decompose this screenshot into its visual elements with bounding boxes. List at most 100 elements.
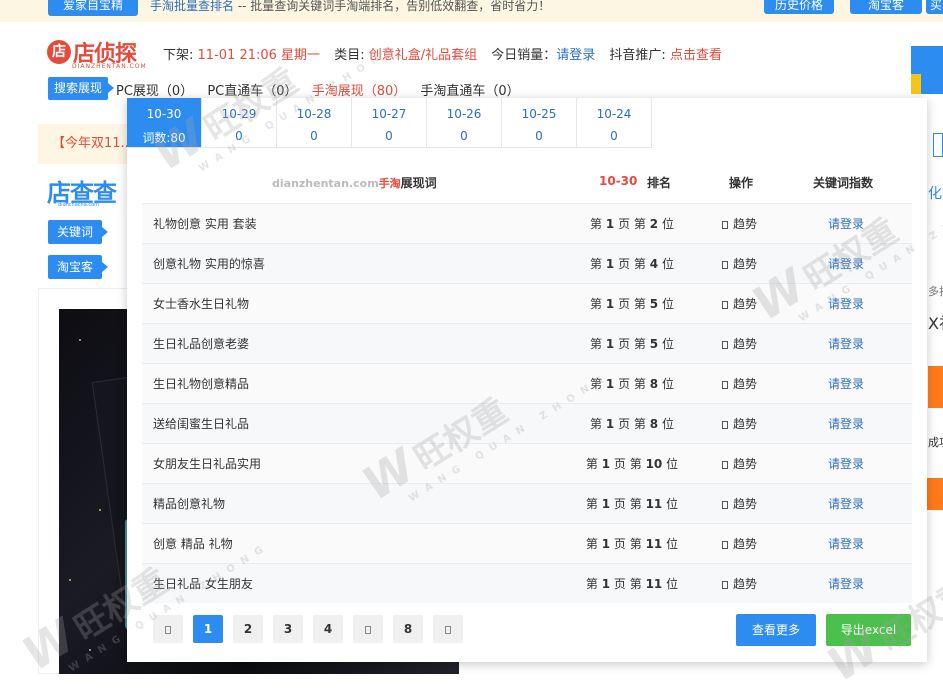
keyword-text: 女朋友生日礼品实用: [153, 457, 262, 471]
tab-pc-ztc[interactable]: PC直通车（0）: [207, 84, 297, 99]
buy-button[interactable]: 买: [926, 0, 943, 14]
trend-icon: [722, 340, 728, 349]
date-tab-count: 词数:80: [142, 131, 186, 145]
right-text-2: 多扫: [928, 285, 943, 298]
page-button[interactable]: 4: [313, 615, 343, 643]
taoke-button[interactable]: 淘宝客: [850, 0, 922, 14]
trend-link[interactable]: 趋势: [722, 484, 757, 524]
page-ellipsis[interactable]: [353, 615, 383, 643]
header-date: 10-30: [599, 174, 638, 188]
date-tab[interactable]: 10-24 0: [577, 98, 652, 148]
date-tab-date: 10-24: [596, 107, 632, 121]
page-button[interactable]: 2: [233, 615, 263, 643]
right-text-3: X礼: [928, 314, 943, 333]
douyin-label: 抖音推广:: [609, 48, 666, 63]
keyword-table: 礼物创意 实用 套装第 1 页 第 2 位趋势 请登录 创意礼物 实用的惊喜第 1 …: [142, 203, 912, 603]
rank-text: 第 1 页 第 10 位: [585, 457, 679, 471]
tab-pc-show[interactable]: PC展现（0）: [116, 84, 193, 99]
dianzhentan-logo[interactable]: 店 店侦探: [47, 38, 137, 67]
table-row: 生日礼品 女生朋友 第 1 页 第 11 位 趋势 请登录: [142, 563, 912, 603]
trend-link[interactable]: 趋势: [722, 324, 757, 364]
date-tab[interactable]: 10-28 0: [277, 98, 352, 148]
trend-link[interactable]: 趋势: [722, 404, 757, 444]
category-link[interactable]: 创意礼盒/礼品套组: [369, 48, 477, 63]
date-tab-count: 0: [610, 129, 618, 143]
keyword-text: 生日礼物创意精品: [153, 377, 250, 391]
date-tab[interactable]: 10-29 0: [202, 98, 277, 148]
trend-link[interactable]: 趋势: [722, 524, 757, 564]
rank-text: 第 1 页 第 11 位: [585, 537, 679, 551]
history-price-button[interactable]: 历史价格: [764, 0, 834, 14]
table-row: 生日礼品创意老婆 第 1 页 第 5 位 趋势 请登录: [142, 323, 912, 363]
keyword-index-login-link[interactable]: 请登录: [828, 284, 864, 324]
date-tab-date: 10-25: [521, 107, 557, 121]
view-more-button[interactable]: 查看更多: [736, 614, 816, 646]
prev-page-icon: [165, 625, 171, 634]
prev-page-button[interactable]: [153, 615, 183, 643]
right-ad-banner[interactable]: [911, 46, 943, 94]
table-row: 创意 精品 礼物 第 1 页 第 11 位 趋势 请登录: [142, 523, 912, 563]
keyword-index-login-link[interactable]: 请登录: [828, 244, 864, 284]
trend-icon: [722, 500, 728, 509]
keyword-index-login-link[interactable]: 请登录: [828, 324, 864, 364]
date-tab-date: 10-30: [146, 107, 182, 121]
rank-text: 第 1 页 第 5 位: [590, 297, 674, 311]
trend-link[interactable]: 趋势: [722, 564, 757, 604]
sales-login-link[interactable]: 请登录: [556, 48, 595, 63]
page-button[interactable]: 8: [393, 615, 423, 643]
header-source: dianzhentan.com手淘展现词: [272, 176, 437, 190]
date-tab[interactable]: 10-27 0: [352, 98, 427, 148]
next-page-button[interactable]: [433, 615, 463, 643]
page-button[interactable]: 3: [273, 615, 303, 643]
trend-link[interactable]: 趋势: [722, 364, 757, 404]
keyword-text: 女士香水生日礼物: [153, 297, 250, 311]
right-text-4: 成功: [928, 436, 943, 449]
table-row: 女士香水生日礼物 第 1 页 第 5 位 趋势 请登录: [142, 283, 912, 323]
keyword-index-login-link[interactable]: 请登录: [828, 444, 864, 484]
table-row: 创意礼物 实用的惊喜 第 1 页 第 4 位 趋势 请登录: [142, 243, 912, 283]
date-tab[interactable]: 10-25 0: [502, 98, 577, 148]
tab-mobile-show[interactable]: 手淘展现（80）: [312, 84, 407, 99]
trend-link[interactable]: 趋势: [722, 204, 757, 244]
date-tab-count: 0: [460, 129, 468, 143]
keyword-text: 创意 精品 礼物: [153, 537, 233, 551]
trend-link[interactable]: 趋势: [722, 444, 757, 484]
top-notice-link[interactable]: 手淘批量查排名: [150, 0, 234, 13]
rank-text: 第 1 页 第 8 位: [590, 377, 674, 391]
table-row: 女朋友生日礼品实用 第 1 页 第 10 位 趋势 请登录: [142, 443, 912, 483]
date-tabs: 10-30 词数:80 10-29 0 10-28 0 10-27 0 10-26 0 10-25 0…: [127, 98, 652, 148]
right-orange-icon[interactable]: [925, 478, 943, 510]
table-row: 礼物创意 实用 套装 第 1 页 第 2 位 趋势 请登录: [142, 203, 912, 243]
header-rank: 排名: [647, 176, 672, 190]
trend-link[interactable]: 趋势: [722, 284, 757, 324]
rank-text: 第 1 页 第 11 位: [585, 497, 679, 511]
dianchacha-subtext: dianchacha.com: [58, 202, 100, 208]
page-button[interactable]: 1: [193, 615, 223, 643]
right-orange-button[interactable]: [928, 366, 943, 408]
keyword-index-login-link[interactable]: 请登录: [828, 364, 864, 404]
keyword-index-login-link[interactable]: 请登录: [828, 404, 864, 444]
keyword-index-login-link[interactable]: 请登录: [828, 524, 864, 564]
keyword-text: 礼物创意 实用 套装: [153, 217, 257, 231]
category-label: 类目:: [334, 48, 365, 63]
date-tab[interactable]: 10-26 0: [427, 98, 502, 148]
keyword-tag[interactable]: 关键词: [48, 220, 109, 244]
promo-banner[interactable]: 【今年双11...: [38, 124, 138, 164]
date-tab[interactable]: 10-30 词数:80: [127, 98, 202, 148]
export-excel-button[interactable]: 导出excel: [826, 614, 911, 646]
tab-mobile-ztc[interactable]: 手淘直通车（0）: [420, 84, 519, 99]
logo-mark-icon: 店: [47, 40, 71, 64]
keyword-index-login-link[interactable]: 请登录: [828, 204, 864, 244]
keyword-index-login-link[interactable]: 请登录: [828, 484, 864, 524]
douyin-link[interactable]: 点击查看: [670, 48, 722, 63]
header-operation: 操作: [729, 176, 754, 190]
top-left-button[interactable]: 爱家自宝精: [48, 0, 138, 16]
channel-tabs: PC展现（0） PC直通车（0） 手淘展现（80） 手淘直通车（0）: [116, 80, 530, 99]
taoke-tag[interactable]: 淘宝客: [48, 255, 109, 279]
keyword-index-login-link[interactable]: 请登录: [828, 564, 864, 604]
trend-icon: [722, 380, 728, 389]
trend-link[interactable]: 趋势: [722, 244, 757, 284]
next-page-icon: [445, 625, 451, 634]
header-keyword-index: 关键词指数: [813, 176, 874, 190]
rank-text: 第 1 页 第 5 位: [590, 337, 674, 351]
